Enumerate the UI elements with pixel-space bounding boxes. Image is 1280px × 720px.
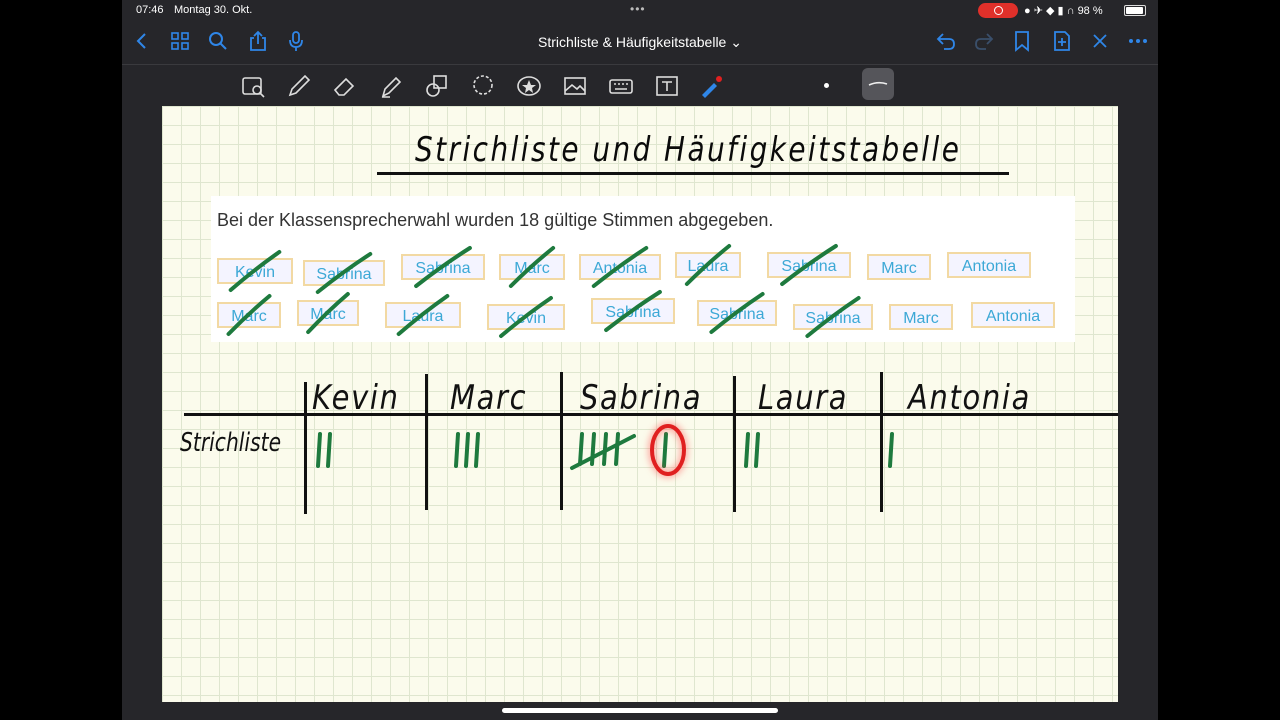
tally-stroke [744,432,750,468]
text-box-icon[interactable] [654,73,680,99]
lasso-icon[interactable] [470,73,496,99]
laser-pointer-icon[interactable] [698,73,724,99]
tally-stroke [662,432,668,468]
sticker-icon[interactable] [516,73,542,99]
table-divider [733,376,736,512]
table-divider [304,382,307,514]
tally-stroke [464,432,470,468]
system-icons: ● ✈ ◆ ▮ ∩ 98 % [1024,5,1103,17]
status-time: 07:46 [136,4,164,16]
strike-mark [396,294,450,336]
column-header-laura: Laura [758,378,849,418]
add-page-icon[interactable] [1050,30,1074,54]
notebook-page[interactable]: Strichliste und Häufigkeitstabelle Bei d… [162,106,1118,702]
home-indicator[interactable] [502,708,778,713]
redo-icon[interactable] [972,30,996,54]
tally-stroke [614,432,620,466]
tally-stroke [316,432,322,468]
table-header-line [184,413,1118,416]
screen-recording-icon[interactable] [978,3,1018,18]
undo-icon[interactable] [934,30,958,54]
stroke-style-selected[interactable] [862,68,894,100]
nav-bar: Strichliste & Häufigkeitstabelle ⌄ [122,22,1158,64]
ipad-screen: 07:46 Montag 30. Okt. ••• ● ✈ ◆ ▮ ∩ 98 %… [122,0,1158,720]
tally-stroke [454,432,460,468]
battery-percent: 98 % [1077,5,1103,17]
column-header-antonia: Antonia [908,378,1032,418]
highlighter-icon[interactable] [378,73,404,99]
shapes-icon[interactable] [424,73,450,99]
close-icon[interactable] [1088,30,1112,54]
tally-stroke [474,432,480,468]
microphone-icon[interactable] [284,30,308,54]
table-divider [560,372,563,510]
table-divider [425,374,428,510]
share-icon[interactable] [246,30,270,54]
tally-stroke [590,432,596,466]
zoom-window-icon[interactable] [240,73,266,99]
strike-mark [780,244,838,286]
document-title[interactable]: Strichliste & Häufigkeitstabelle ⌄ [482,34,798,51]
table-divider [880,372,883,512]
title-underline [377,172,1009,175]
strike-mark [684,244,732,286]
tool-bar [122,64,1158,107]
strike-mark [805,296,861,338]
strike-mark [315,252,373,294]
strike-mark [604,290,662,332]
row-label-strichliste: Strichliste [180,428,282,458]
strike-marks [226,244,861,338]
more-icon[interactable] [1126,30,1150,54]
bookmark-icon[interactable] [1010,30,1034,54]
status-bar: 07:46 Montag 30. Okt. ••• ● ✈ ◆ ▮ ∩ 98 % [122,0,1158,22]
tally-stroke [888,432,894,468]
search-icon[interactable] [206,30,230,54]
tally-stroke [602,432,608,466]
multitask-dots-icon[interactable]: ••• [630,2,646,16]
tally-strikethrough [570,434,636,470]
strike-mark [709,292,765,334]
column-header-sabrina: Sabrina [580,378,703,418]
strike-mark [508,246,556,288]
eraser-icon[interactable] [332,73,358,99]
strike-mark [226,294,272,336]
handwritten-title: Strichliste und Häufigkeitstabelle [415,130,962,170]
strike-mark [591,246,649,288]
keyboard-icon[interactable] [608,73,634,99]
strike-mark [499,296,553,338]
status-date: Montag 30. Okt. [174,4,253,16]
grid-icon[interactable] [168,30,192,54]
image-icon[interactable] [562,73,588,99]
problem-box: Bei der Klassensprecherwahl wurden 18 gü… [211,196,1075,342]
stroke-thin-option[interactable] [824,83,829,88]
strike-mark [228,250,282,292]
strike-mark [306,292,350,334]
strike-mark [414,246,472,288]
back-icon[interactable] [130,30,154,54]
pen-icon[interactable] [286,73,312,99]
battery-icon [1124,5,1146,16]
column-header-marc: Marc [450,378,528,418]
laser-highlight-circle [650,424,686,476]
column-header-kevin: Kevin [312,378,400,418]
tally-stroke [578,432,584,466]
tally-stroke [326,432,332,468]
tally-stroke [754,432,760,468]
